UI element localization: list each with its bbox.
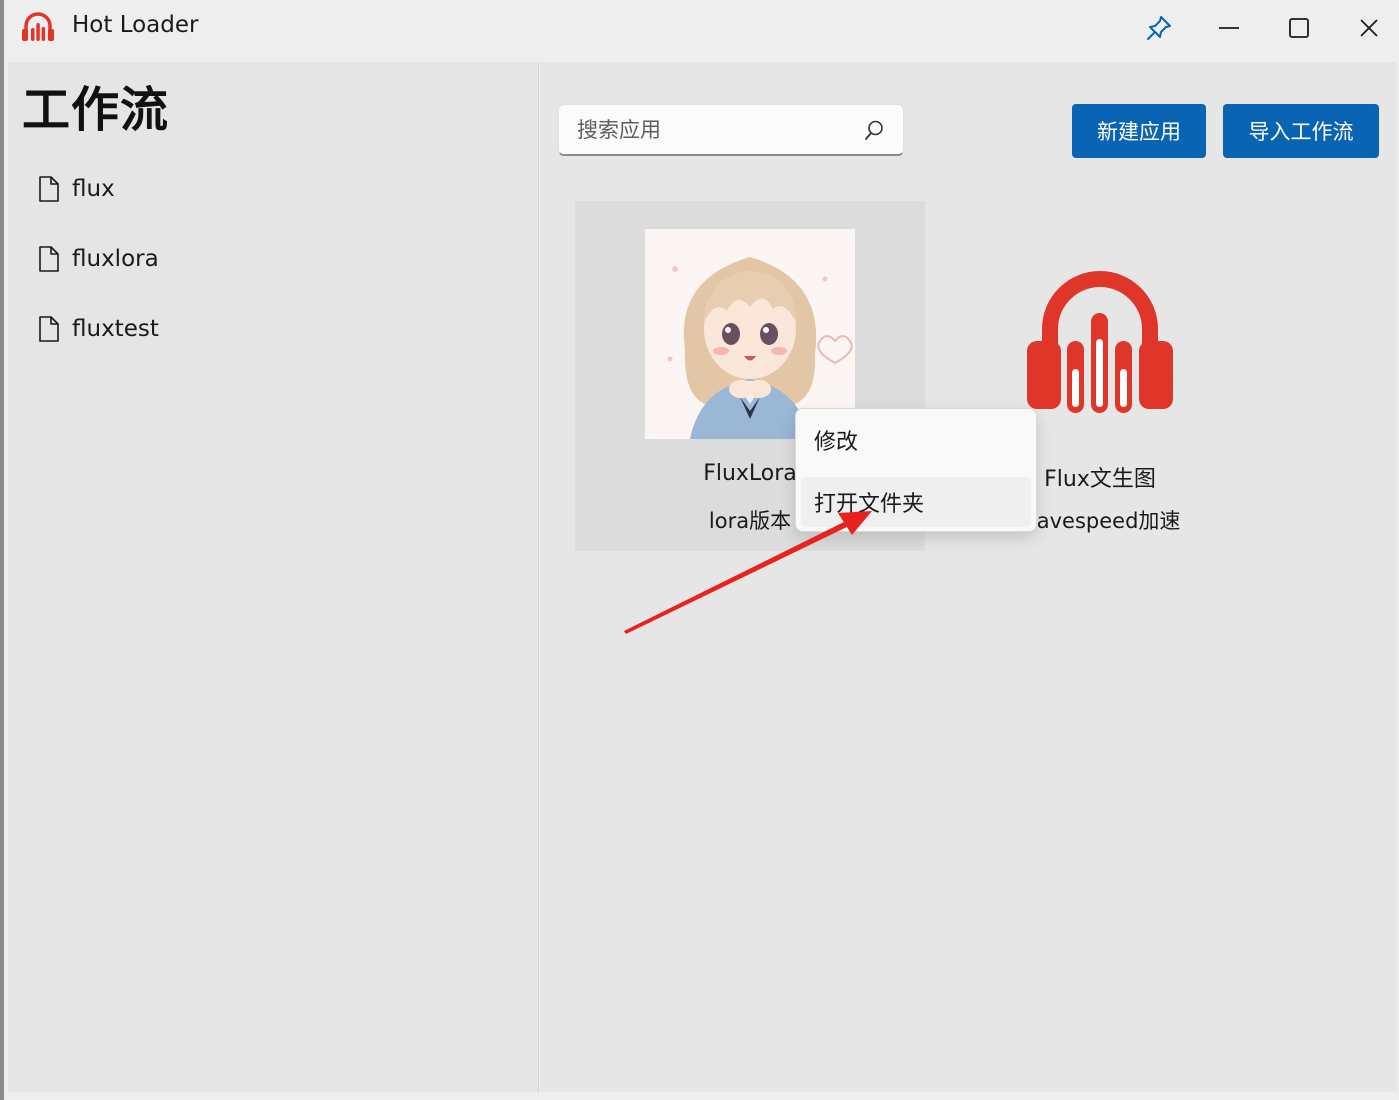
sidebar-item-fluxlora[interactable]: fluxlora xyxy=(38,224,498,294)
headphones-app-icon xyxy=(22,12,54,41)
title-bar: Hot Loader xyxy=(4,0,1399,56)
sidebar-item-fluxtest[interactable]: fluxtest xyxy=(38,294,498,364)
sidebar-item-flux[interactable]: flux xyxy=(38,154,498,224)
app-window: Hot Loader 工作流 flux fluxlora fluxtest 搜索… xyxy=(0,0,1399,1100)
maximize-icon xyxy=(1289,18,1309,38)
document-icon xyxy=(39,246,59,272)
document-icon xyxy=(39,176,59,202)
main-content: 新建应用 导入工作流 xyxy=(540,62,1397,1092)
minimize-icon xyxy=(1219,27,1239,29)
sidebar-item-label: fluxtest xyxy=(72,316,159,342)
pin-icon xyxy=(1147,16,1171,40)
search-box xyxy=(558,104,904,156)
minimize-button[interactable] xyxy=(1204,6,1254,50)
sidebar: 工作流 flux fluxlora fluxtest xyxy=(8,62,539,1092)
search-input[interactable] xyxy=(575,113,849,147)
new-app-button[interactable]: 新建应用 xyxy=(1072,104,1206,158)
maximize-button[interactable] xyxy=(1274,6,1324,50)
pin-button[interactable] xyxy=(1134,6,1184,50)
sidebar-item-label: fluxlora xyxy=(72,246,159,272)
window-title: Hot Loader xyxy=(72,12,199,38)
document-icon xyxy=(39,316,59,342)
workflow-list: flux fluxlora fluxtest xyxy=(38,154,498,364)
menu-item-edit[interactable]: 修改 xyxy=(801,415,1031,465)
close-icon xyxy=(1360,19,1378,37)
close-button[interactable] xyxy=(1344,6,1394,50)
sidebar-title: 工作流 xyxy=(22,82,170,138)
import-workflow-button[interactable]: 导入工作流 xyxy=(1223,104,1379,158)
sidebar-item-label: flux xyxy=(72,176,115,202)
menu-item-open-folder[interactable]: 打开文件夹 xyxy=(801,477,1031,527)
search-icon[interactable] xyxy=(863,119,885,141)
context-menu: 修改 打开文件夹 xyxy=(795,408,1037,532)
